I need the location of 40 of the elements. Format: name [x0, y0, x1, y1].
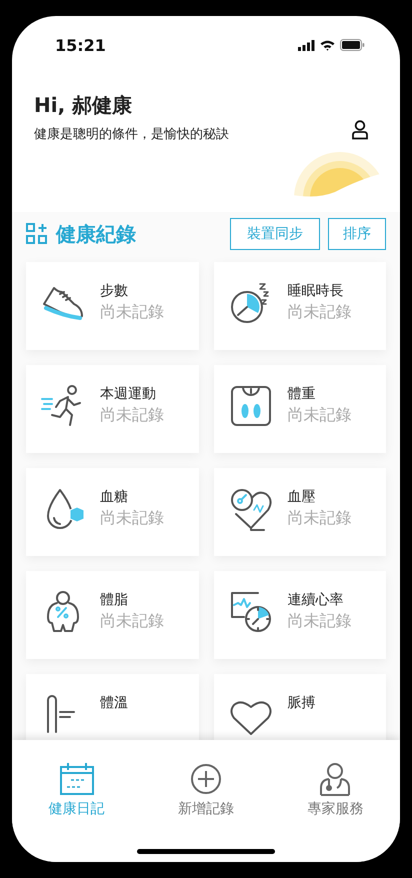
- record-card[interactable]: 體溫: [26, 674, 198, 740]
- grid-plus-icon: [26, 223, 48, 245]
- calendar-icon: [58, 762, 95, 796]
- record-card[interactable]: 體重 尚未記錄: [214, 365, 386, 453]
- record-name: 本週運動: [100, 385, 157, 403]
- record-name: 連續心率: [288, 591, 344, 609]
- record-name: 步數: [100, 282, 129, 300]
- greeting-title: Hi, 郝健康: [34, 92, 134, 119]
- record-name: 體溫: [100, 694, 128, 712]
- record-status: 尚未記錄: [288, 611, 352, 632]
- nav-tab[interactable]: 新增記錄: [150, 762, 261, 818]
- record-status: 尚未記錄: [288, 302, 352, 323]
- record-status: 尚未記錄: [100, 508, 164, 529]
- nav-tab[interactable]: 專家服務: [280, 762, 390, 818]
- record-card[interactable]: 體脂 尚未記錄: [26, 571, 198, 659]
- record-status: 尚未記錄: [288, 508, 352, 529]
- battery-icon: [340, 39, 365, 51]
- user-icon[interactable]: [352, 120, 368, 140]
- record-card[interactable]: 血糖 尚未記錄: [26, 468, 198, 556]
- record-card[interactable]: 步數 尚未記錄: [26, 262, 198, 350]
- wifi-icon: [320, 40, 335, 50]
- signal-icon: [298, 40, 315, 50]
- record-card[interactable]: 脈搏: [214, 674, 386, 740]
- record-status: 尚未記錄: [100, 405, 164, 426]
- record-name: 睡眠時長: [288, 282, 344, 300]
- record-status: 尚未記錄: [100, 302, 164, 323]
- record-name: 血壓: [288, 488, 316, 506]
- record-card[interactable]: 本週運動 尚未記錄: [26, 365, 198, 453]
- record-name: 血糖: [100, 488, 129, 506]
- section-title: 健康紀錄: [56, 224, 136, 244]
- record-status: 尚未記錄: [288, 405, 352, 426]
- status-time: 15:21: [55, 36, 106, 54]
- motto-text: 健康是聰明的條件，是愉快的秘訣: [34, 126, 230, 143]
- record-card[interactable]: 睡眠時長 尚未記錄: [214, 262, 386, 350]
- record-card[interactable]: 連續心率 尚未記錄: [214, 571, 386, 659]
- record-status: 尚未記錄: [100, 611, 164, 632]
- record-name: 體脂: [100, 591, 129, 609]
- record-name: 體重: [288, 385, 316, 403]
- record-card[interactable]: 血壓 尚未記錄: [214, 468, 386, 556]
- record-name: 脈搏: [288, 694, 316, 712]
